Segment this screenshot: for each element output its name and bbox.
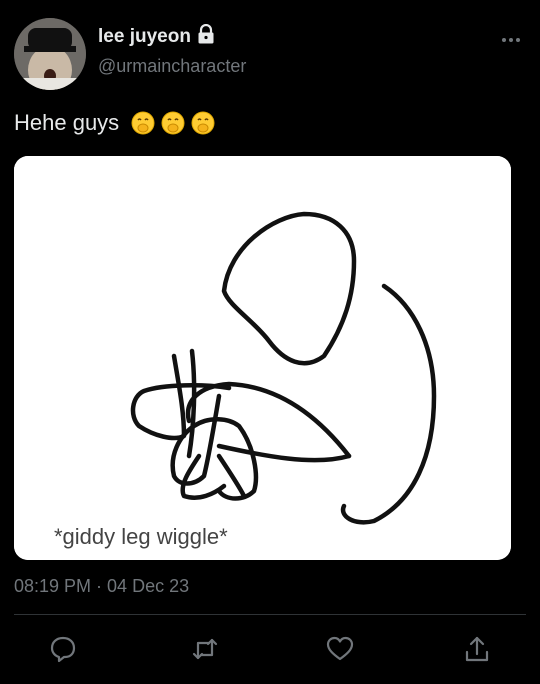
like-icon[interactable] [325,634,355,664]
tweet-timestamp[interactable]: 08:19 PM · 04 Dec 23 [14,576,189,597]
face-with-hand-over-mouth-icon [191,111,215,135]
display-name-row[interactable]: lee juyeon [98,23,215,50]
emoji-group [131,111,215,135]
reply-icon[interactable] [48,634,78,664]
divider [14,614,526,615]
tweet-text-row: Hehe guys [14,110,215,136]
giddy-leg-wiggle-drawing: *giddy leg wiggle* [14,156,511,560]
tweet-media-image[interactable]: *giddy leg wiggle* [14,156,511,560]
display-name[interactable]: lee juyeon [98,26,191,48]
more-options-icon[interactable] [496,30,526,50]
media-caption: *giddy leg wiggle* [54,524,228,549]
face-with-hand-over-mouth-icon [161,111,185,135]
user-handle[interactable]: @urmaincharacter [98,56,246,77]
face-with-hand-over-mouth-icon [131,111,155,135]
lock-icon [197,23,215,50]
avatar[interactable] [14,18,86,90]
tweet-text: Hehe guys [14,110,120,135]
share-icon[interactable] [462,634,492,664]
retweet-icon[interactable] [190,634,220,664]
